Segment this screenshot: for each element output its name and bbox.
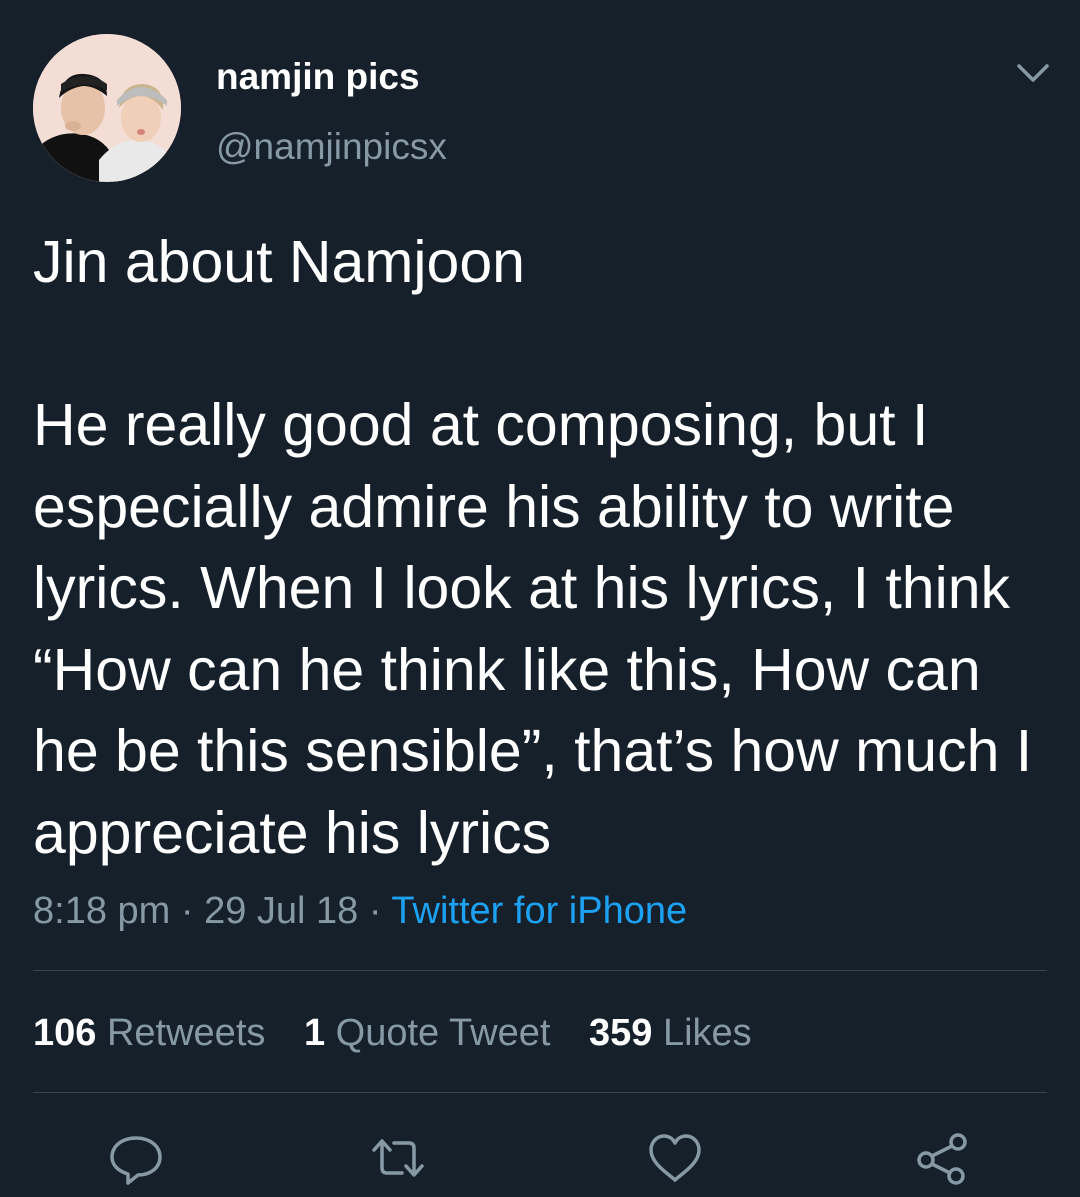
likes-stat[interactable]: 359 Likes (589, 1012, 752, 1054)
tweet-time: 8:18 pm (33, 890, 171, 932)
retweets-label: Retweets (106, 1012, 266, 1054)
tweet-meta: 8:18 pm · 29 Jul 18 · Twitter for iPhone (33, 888, 687, 934)
quotes-stat[interactable]: 1 Quote Tweet (304, 1012, 550, 1054)
heart-icon[interactable] (645, 1128, 705, 1188)
tweet-date: 29 Jul 18 (204, 890, 359, 932)
share-icon[interactable] (912, 1128, 972, 1188)
avatar[interactable] (33, 34, 181, 182)
divider (33, 1092, 1047, 1093)
quotes-count: 1 (303, 1012, 326, 1054)
user-handle[interactable]: @namjinpicsx (216, 124, 447, 170)
engagement-stats: 106 Retweets 1 Quote Tweet 359 Likes (33, 1010, 780, 1056)
avatar-image (33, 34, 181, 182)
tweet-source-link[interactable]: Twitter for iPhone (391, 890, 687, 932)
meta-separator: · (180, 890, 194, 932)
retweet-icon[interactable] (368, 1128, 428, 1188)
quotes-label: Quote Tweet (335, 1012, 551, 1054)
retweets-count: 106 (33, 1012, 97, 1054)
display-name[interactable]: namjin pics (216, 54, 420, 100)
likes-count: 359 (588, 1012, 653, 1054)
meta-separator: · (368, 890, 382, 932)
tweet-text: Jin about Namjoon He really good at comp… (33, 229, 1033, 866)
retweets-stat[interactable]: 106 Retweets (33, 1012, 265, 1054)
chevron-down-icon[interactable] (1010, 58, 1056, 92)
likes-label: Likes (662, 1012, 752, 1054)
divider (33, 970, 1047, 971)
reply-icon[interactable] (106, 1128, 166, 1188)
